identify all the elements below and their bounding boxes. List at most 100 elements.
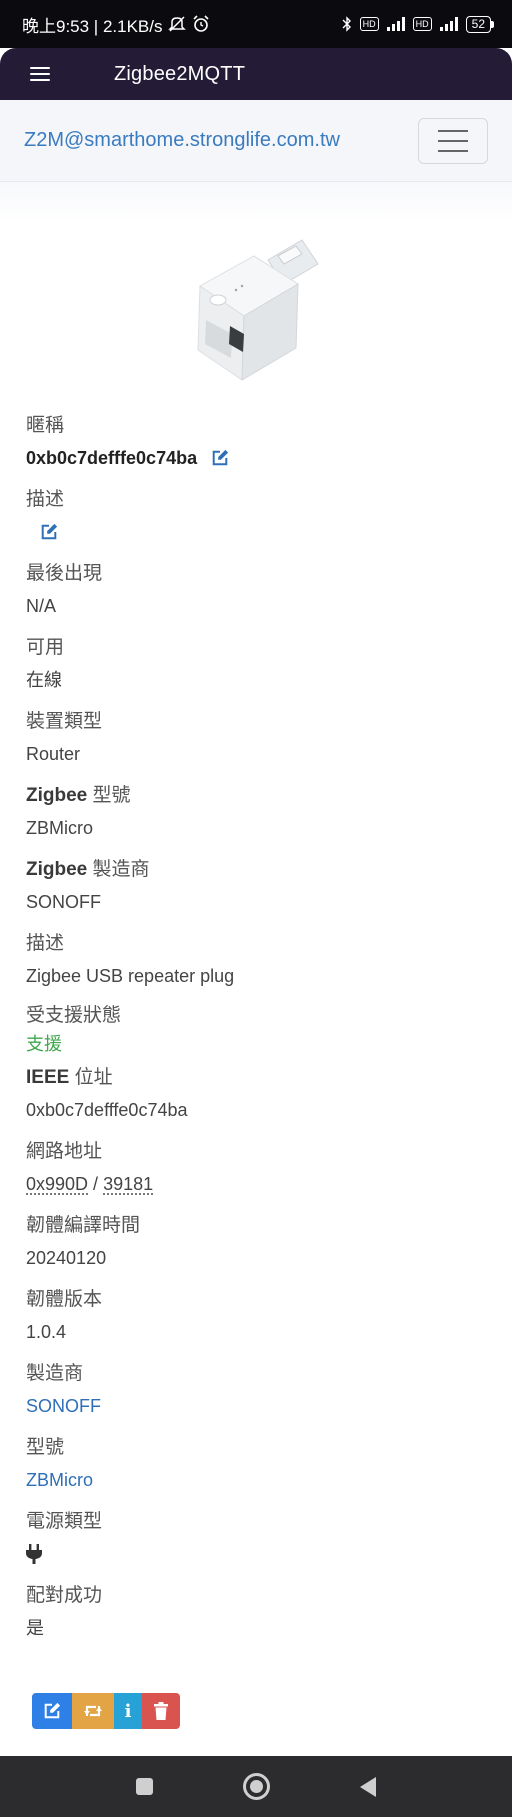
field-label: 配對成功 <box>26 1585 103 1606</box>
field-device-type: 裝置類型 Router <box>26 706 496 780</box>
field-value: 在線 <box>26 670 62 690</box>
edit-icon <box>44 1702 61 1719</box>
field-value: 0xb0c7defffe0c74ba <box>26 1100 188 1120</box>
status-time: 晚上9:53 | 2.1KB/s <box>22 16 163 36</box>
field-value: 0x990D / 39181 <box>26 1168 496 1200</box>
field-description: 描述 Zigbee USB repeater plug <box>26 928 496 1002</box>
field-firmware-date: 韌體編譯時間 20240120 <box>26 1210 496 1284</box>
interview-button[interactable]: i <box>114 1693 142 1729</box>
menu-button[interactable] <box>0 48 80 100</box>
field-label: Zigbee 製造商 <box>26 854 496 886</box>
label-bold: Zigbee <box>26 785 88 806</box>
device-actions: i <box>32 1693 180 1729</box>
network-address-dec: 39181 <box>103 1174 154 1194</box>
field-label: 製造商 <box>26 1363 84 1384</box>
network-address-hex: 0x990D <box>26 1174 89 1194</box>
label-rest: 型號 <box>87 785 131 806</box>
reconfigure-button[interactable] <box>72 1693 114 1729</box>
back-button[interactable] <box>312 1776 424 1797</box>
field-interview-completed: 配對成功 是 <box>26 1580 496 1654</box>
manufacturer-link[interactable]: SONOFF <box>26 1390 496 1422</box>
bluetooth-icon <box>342 16 351 32</box>
volte-badge: HD <box>359 17 379 31</box>
web-navbar: Z2M@smarthome.stronglife.com.tw <box>0 100 512 182</box>
navbar-shadow <box>0 182 512 222</box>
retweet-icon <box>84 1705 102 1717</box>
edit-icon[interactable] <box>211 449 229 467</box>
device-info-list: 暱稱 0xb0c7defffe0c74ba 描述 最後出現 N/A 可用 在線 … <box>26 410 496 1654</box>
field-availability: 可用 在線 <box>26 632 496 706</box>
label-rest: 製造商 <box>87 859 150 880</box>
edit-button[interactable] <box>32 1693 72 1729</box>
signal-4g-icon <box>439 17 458 31</box>
field-model: 型號 ZBMicro <box>26 1432 496 1506</box>
app-title: Zigbee2MQTT <box>114 62 246 85</box>
device-image <box>197 239 319 381</box>
recents-icon <box>135 1778 153 1795</box>
battery-level: 52 <box>465 15 491 33</box>
field-label: 描述 <box>26 489 65 510</box>
field-manufacturer: 製造商 SONOFF <box>26 1358 496 1432</box>
field-value: 1.0.4 <box>26 1322 67 1342</box>
field-value <box>26 516 496 548</box>
alarm-icon <box>193 15 210 32</box>
field-label: 網路地址 <box>26 1141 103 1162</box>
field-value: Router <box>26 744 81 764</box>
field-label: 型號 <box>26 1437 65 1458</box>
info-icon: i <box>124 1700 132 1722</box>
field-label: 描述 <box>26 933 65 954</box>
field-value <box>26 1538 496 1570</box>
status-bar: 晚上9:53 | 2.1KB/s HD HD 52 <box>0 0 512 48</box>
mute-icon <box>168 16 187 32</box>
field-label: 最後出現 <box>26 563 103 584</box>
recents-button[interactable] <box>88 1778 200 1795</box>
field-zigbee-model: Zigbee 型號 ZBMicro <box>26 780 496 854</box>
remove-button[interactable] <box>142 1693 180 1729</box>
field-value: SONOFF <box>26 892 101 912</box>
field-label: 電源類型 <box>26 1511 103 1532</box>
field-firmware-version: 韌體版本 1.0.4 <box>26 1284 496 1358</box>
field-label: 韌體編譯時間 <box>26 1215 141 1236</box>
home-icon <box>242 1773 270 1800</box>
field-power-source: 電源類型 <box>26 1506 496 1580</box>
field-label: 裝置類型 <box>26 711 103 732</box>
back-icon <box>360 1776 376 1797</box>
field-zigbee-manufacturer: Zigbee 製造商 SONOFF <box>26 854 496 928</box>
field-value: Zigbee USB repeater plug <box>26 966 235 986</box>
battery-icon: 52 <box>465 15 494 33</box>
field-value: 是 <box>26 1618 44 1638</box>
label-bold: IEEE <box>26 1067 70 1088</box>
trash-icon <box>154 1702 168 1720</box>
field-support-status: 受支援狀態 支援 <box>26 1002 496 1062</box>
field-label: IEEE 位址 <box>26 1062 496 1094</box>
field-nickname: 暱稱 0xb0c7defffe0c74ba <box>26 410 496 484</box>
hamburger-icon <box>30 67 50 81</box>
field-value: ZBMicro <box>26 818 93 838</box>
field-label: Zigbee 型號 <box>26 780 496 812</box>
field-value: 0xb0c7defffe0c74ba <box>26 442 496 474</box>
field-label: 受支援狀態 <box>26 1005 122 1026</box>
volte-badge-2: HD <box>412 17 432 31</box>
system-nav-bar <box>0 1756 512 1817</box>
navbar-toggle-button[interactable] <box>418 117 488 164</box>
network-address-separator: / <box>88 1174 104 1194</box>
model-link[interactable]: ZBMicro <box>26 1464 496 1496</box>
field-label: 韌體版本 <box>26 1289 103 1310</box>
field-ieee-address: IEEE 位址 0xb0c7defffe0c74ba <box>26 1062 496 1136</box>
field-description-edit: 描述 <box>26 484 496 558</box>
label-rest: 位址 <box>69 1067 113 1088</box>
app-bar: Zigbee2MQTT <box>0 48 512 100</box>
field-network-address: 網路地址 0x990D / 39181 <box>26 1136 496 1210</box>
field-value: N/A <box>26 596 57 616</box>
field-label: 可用 <box>26 637 65 658</box>
field-value: 20240120 <box>26 1248 107 1268</box>
field-label: 暱稱 <box>26 415 65 436</box>
edit-icon[interactable] <box>40 523 58 541</box>
plug-icon <box>26 1544 42 1564</box>
field-last-seen: 最後出現 N/A <box>26 558 496 632</box>
label-bold: Zigbee <box>26 859 88 880</box>
navbar-brand-link[interactable]: Z2M@smarthome.stronglife.com.tw <box>24 129 340 152</box>
home-button[interactable] <box>200 1773 312 1800</box>
nickname-value: 0xb0c7defffe0c74ba <box>26 448 198 468</box>
signal-icon <box>386 17 405 31</box>
